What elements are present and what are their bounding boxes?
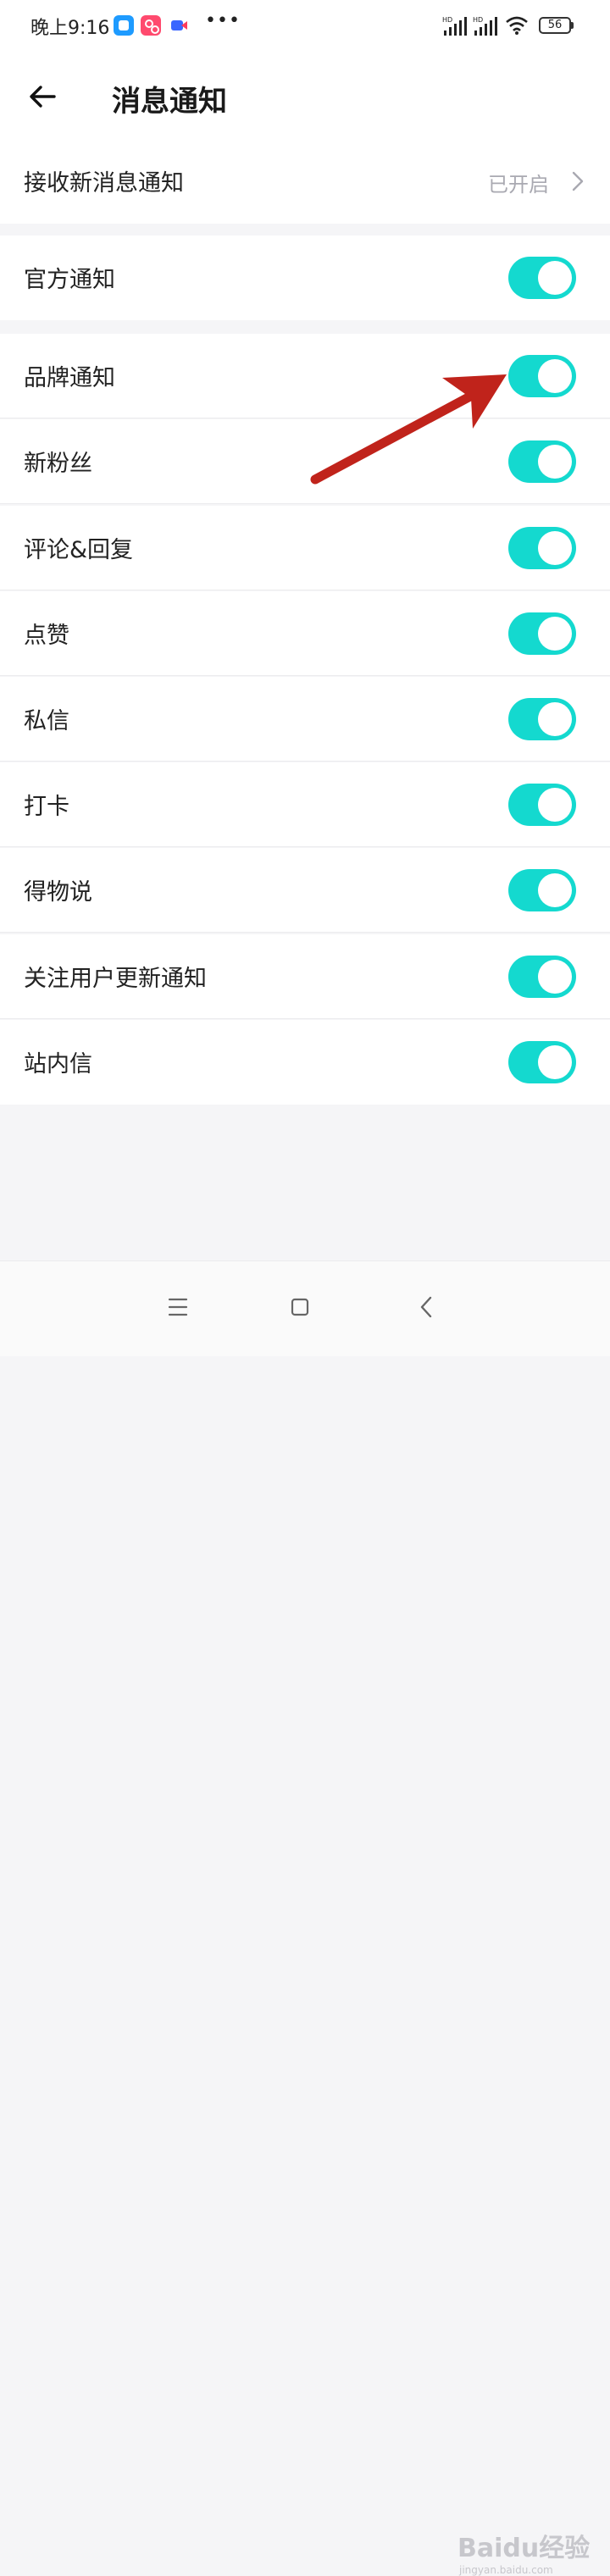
- battery-level: 56: [547, 19, 563, 31]
- receive-notification-label: 接收新消息通知: [24, 170, 184, 197]
- setting-label: 评论&回复: [24, 537, 134, 563]
- page-title: 消息通知: [112, 85, 227, 119]
- notes-app-icon: [114, 15, 134, 36]
- toggle-knob: [538, 445, 572, 479]
- watermark-sub: jingyan.baidu.com: [459, 2564, 553, 2576]
- setting-label: 品牌通知: [24, 365, 115, 391]
- setting-label: 打卡: [24, 794, 69, 820]
- wifi-icon: [506, 16, 528, 35]
- toggle-switch[interactable]: [508, 440, 576, 483]
- divider: [0, 761, 610, 762]
- home-icon[interactable]: [280, 1287, 320, 1327]
- setting-row-site-message: 站内信: [0, 1020, 610, 1105]
- toggle-switch[interactable]: [508, 355, 576, 397]
- system-nav-bar: Baidu经验 jingyan.baidu.com: [0, 1260, 610, 2576]
- toggle-switch[interactable]: [508, 869, 576, 911]
- back-icon[interactable]: [407, 1287, 447, 1327]
- svg-text:HD: HD: [473, 16, 483, 24]
- toggle-knob: [538, 1045, 572, 1079]
- toggle-knob: [538, 359, 572, 393]
- setting-label: 官方通知: [24, 267, 115, 293]
- toggle-knob: [538, 531, 572, 565]
- toggle-switch[interactable]: [508, 956, 576, 998]
- toggle-knob: [538, 960, 572, 994]
- signal-icon-2: HD: [473, 16, 497, 36]
- menu-icon[interactable]: [158, 1287, 198, 1327]
- page-header: 消息通知: [0, 54, 610, 139]
- setting-row-checkin: 打卡: [0, 762, 610, 847]
- toggle-knob: [538, 788, 572, 822]
- setting-label: 关注用户更新通知: [24, 966, 207, 992]
- setting-row-brand: 品牌通知: [0, 334, 610, 418]
- more-notifications-icon: •••: [205, 10, 241, 31]
- toggle-knob: [538, 261, 572, 295]
- setting-label: 新粉丝: [24, 451, 92, 477]
- video-call-icon: [169, 15, 190, 36]
- divider: [0, 932, 610, 933]
- toggle-switch[interactable]: [508, 257, 576, 299]
- chevron-right-icon: [572, 171, 584, 191]
- setting-row-dewu-talk: 得物说: [0, 848, 610, 933]
- divider: [0, 1018, 610, 1019]
- setting-row-private-message: 私信: [0, 677, 610, 762]
- divider: [0, 675, 610, 676]
- setting-label: 点赞: [24, 623, 69, 649]
- receive-notification-row[interactable]: 接收新消息通知 已开启: [0, 139, 610, 224]
- back-arrow-icon[interactable]: [25, 80, 59, 114]
- setting-label: 私信: [24, 708, 69, 734]
- setting-row-comments: 评论&回复: [0, 506, 610, 590]
- toggle-switch[interactable]: [508, 612, 576, 655]
- setting-row-official: 官方通知: [0, 235, 610, 320]
- divider: [0, 846, 610, 847]
- receive-notification-status: 已开启: [488, 173, 549, 197]
- toggle-switch[interactable]: [508, 527, 576, 569]
- setting-label: 得物说: [24, 879, 92, 906]
- setting-row-likes: 点赞: [0, 591, 610, 676]
- battery-tip: [571, 22, 574, 29]
- toggle-knob: [538, 873, 572, 907]
- setting-row-new-fans: 新粉丝: [0, 419, 610, 504]
- divider: [0, 503, 610, 504]
- svg-text:HD: HD: [442, 16, 452, 24]
- status-time: 晚上9:16: [30, 18, 110, 39]
- watermark-main: Baidu经验: [458, 2534, 591, 2563]
- toggle-switch[interactable]: [508, 698, 576, 740]
- toggle-switch[interactable]: [508, 784, 576, 826]
- status-bar: 晚上9:16 ••• HD HD 56: [0, 0, 610, 54]
- toggle-switch[interactable]: [508, 1041, 576, 1083]
- setting-row-follow-updates: 关注用户更新通知: [0, 934, 610, 1019]
- toggle-knob: [538, 617, 572, 651]
- signal-icon-1: HD: [442, 16, 467, 36]
- toggle-knob: [538, 702, 572, 736]
- camera-app-icon: [141, 15, 161, 36]
- baidu-watermark: Baidu经验 jingyan.baidu.com: [458, 2527, 590, 2576]
- battery-icon: 56: [539, 17, 571, 34]
- setting-label: 站内信: [24, 1051, 92, 1077]
